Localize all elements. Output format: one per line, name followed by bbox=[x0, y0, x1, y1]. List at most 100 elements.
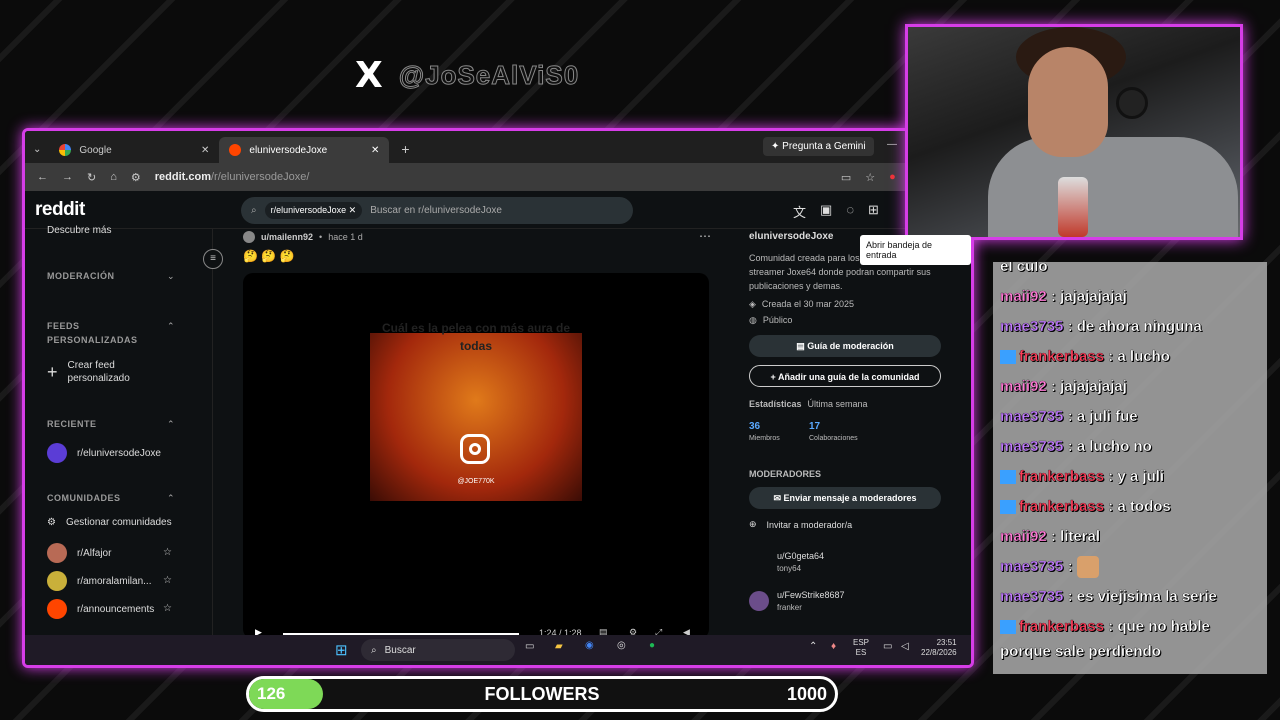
translate-icon[interactable]: 文 bbox=[793, 202, 806, 221]
network-icon[interactable]: ▭ bbox=[883, 641, 892, 652]
section-moderacion[interactable]: MODERACIÓN bbox=[47, 271, 115, 281]
chat-text: : y a juli bbox=[1108, 468, 1165, 485]
video-player[interactable]: Cuál es la pelea con más aura de todas @… bbox=[243, 273, 709, 639]
tab-bar: ⌄ Google ✕ eluniversodeJoxe ✕ + ✦ Pregun… bbox=[25, 131, 971, 163]
sidebar-item-community[interactable]: r/announcements bbox=[47, 599, 197, 619]
gemini-button[interactable]: ✦ Pregunta a Gemini bbox=[763, 137, 874, 156]
chat-text: : jajajajajaj bbox=[1050, 288, 1127, 305]
add-guide-button[interactable]: + Añadir una guía de la comunidad bbox=[749, 365, 941, 387]
x-logo-icon: X bbox=[355, 55, 383, 96]
stream-chat: el culo maii92 : jajajajajaj mae3735 : d… bbox=[993, 262, 1267, 674]
taskbar-search[interactable]: ⌕ Buscar bbox=[361, 639, 515, 661]
chat-text: : a lucho no bbox=[1067, 438, 1152, 455]
sidebar-item-recent[interactable]: r/eluniversodeJoxe bbox=[47, 443, 197, 463]
post-time: hace 1 d bbox=[328, 232, 363, 242]
created-label: Creada el 30 mar 2025 bbox=[761, 299, 854, 309]
chevron-up-icon[interactable]: ⌃ bbox=[167, 419, 175, 430]
video-caption: Cuál es la pelea con más aura de todas bbox=[381, 321, 571, 353]
webcam-person-face bbox=[1028, 47, 1108, 157]
extension-icon[interactable]: ● bbox=[889, 171, 896, 183]
tab-google[interactable]: Google ✕ bbox=[49, 137, 219, 163]
mod1-name[interactable]: u/G0geta64 bbox=[777, 551, 824, 561]
chevron-up-icon[interactable]: ⌃ bbox=[167, 321, 175, 332]
chat-icon[interactable]: ◌ bbox=[846, 202, 854, 221]
mod1-sub: tony64 bbox=[777, 564, 802, 573]
chat-text: : literal bbox=[1050, 528, 1101, 545]
crear-feed-label: Crear feed personalizado bbox=[67, 360, 130, 384]
url-field[interactable]: reddit.com/r/eluniversodeJoxe/ bbox=[155, 171, 310, 183]
section-reciente[interactable]: RECIENTE bbox=[47, 419, 97, 429]
chevron-down-icon[interactable]: ⌄ bbox=[167, 271, 175, 282]
sidebar-item-discover[interactable]: Descubre más bbox=[47, 225, 197, 236]
search-community-chip[interactable]: r/eluniversodeJoxe ✕ bbox=[264, 202, 363, 219]
message-mods-button[interactable]: ✉ Enviar mensaje a moderadores bbox=[749, 487, 941, 509]
sidebar-item-community[interactable]: r/amoralamilan... bbox=[47, 571, 197, 591]
community-avatar bbox=[47, 599, 67, 619]
section-comunidades[interactable]: COMUNIDADES bbox=[47, 493, 121, 503]
reddit-logo[interactable]: reddit bbox=[35, 199, 85, 221]
windows-taskbar: ⊞ ⌕ Buscar ▭ ▰ ◉ ◎ ● ⌃ ♦ ESP ES ▭ ◁ 23:51 2… bbox=[25, 635, 971, 665]
language-indicator[interactable]: ESP ES bbox=[853, 638, 869, 658]
invite-mod-row[interactable]: ⊕ Invitar a moderador/a bbox=[749, 519, 852, 530]
clock[interactable]: 23:51 22/8/2026 bbox=[921, 638, 957, 658]
chrome-icon[interactable]: ◉ bbox=[585, 640, 594, 651]
chat-message: el culo bbox=[993, 262, 1267, 282]
favorite-star-icon[interactable]: ☆ bbox=[163, 547, 172, 558]
chat-user: mae3735 bbox=[1000, 558, 1064, 575]
mic-icon[interactable]: ♦ bbox=[831, 641, 836, 652]
sidebar-item-crear-feed[interactable]: + Crear feed personalizado bbox=[47, 359, 197, 385]
x-social-handle: X @JoSeAlViS0 bbox=[355, 55, 579, 96]
mod-avatar bbox=[749, 591, 769, 611]
new-tab-icon[interactable]: + bbox=[401, 141, 409, 157]
mod2-name[interactable]: u/FewStrike8687 bbox=[777, 590, 845, 600]
favorite-star-icon[interactable]: ☆ bbox=[163, 603, 172, 614]
invite-label: Invitar a moderador/a bbox=[766, 519, 853, 530]
forward-icon[interactable]: → bbox=[62, 171, 73, 183]
stats-period[interactable]: Última semana bbox=[808, 399, 868, 409]
chat-user: frankerbass bbox=[1019, 468, 1105, 485]
tray-chevron-icon[interactable]: ⌃ bbox=[809, 641, 817, 652]
home-icon[interactable]: ⌂ bbox=[110, 171, 117, 183]
cast-icon[interactable]: ▭ bbox=[841, 171, 851, 184]
windows-start-icon[interactable]: ⊞ bbox=[335, 641, 348, 659]
volume-icon[interactable]: ◁ bbox=[901, 641, 909, 652]
tab-label: eluniversodeJoxe bbox=[249, 144, 328, 156]
url-path: /r/eluniversodeJoxe/ bbox=[210, 171, 310, 183]
more-options-icon[interactable]: ⋯ bbox=[699, 229, 711, 243]
spotify-icon[interactable]: ● bbox=[649, 640, 655, 651]
headset-icon bbox=[1116, 87, 1148, 119]
back-icon[interactable]: ← bbox=[37, 171, 48, 183]
task-view-icon[interactable]: ▭ bbox=[525, 641, 534, 652]
bookmark-star-icon[interactable]: ☆ bbox=[865, 171, 875, 184]
mod-guide-button[interactable]: ▤ Guía de moderación bbox=[749, 335, 941, 357]
file-explorer-icon[interactable]: ▰ bbox=[555, 641, 563, 652]
tab-reddit[interactable]: eluniversodeJoxe ✕ bbox=[219, 137, 390, 163]
close-tab-icon[interactable]: ✕ bbox=[371, 145, 379, 156]
gemini-label: Pregunta a Gemini bbox=[782, 141, 866, 152]
reddit-icon bbox=[229, 144, 242, 156]
ads-icon[interactable]: ▣ bbox=[820, 202, 832, 221]
close-tab-icon[interactable]: ✕ bbox=[201, 145, 209, 156]
sidebar-item-gestionar[interactable]: ⚙ Gestionar comunidades bbox=[47, 517, 197, 528]
menu-toggle-icon[interactable]: ≡ bbox=[203, 249, 223, 269]
create-post-icon[interactable]: ⊞ bbox=[868, 202, 879, 221]
post-author[interactable]: u/mailenn92 bbox=[261, 232, 313, 242]
sidebar-item-community[interactable]: r/Alfajor bbox=[47, 543, 197, 563]
post-meta: u/mailenn92 • hace 1 d bbox=[243, 231, 363, 243]
section-feeds[interactable]: FEEDS PERSONALIZADAS bbox=[47, 319, 167, 347]
site-info-icon[interactable]: ⚙ bbox=[131, 171, 141, 184]
chat-message: maii92 : jajajajajaj bbox=[993, 372, 1267, 402]
chat-text: : de ahora ninguna bbox=[1067, 318, 1202, 335]
community-label: r/Alfajor bbox=[77, 547, 112, 559]
chat-text: : que no hable bbox=[1108, 618, 1210, 635]
header-icons: 文 ▣ ◌ ⊞ bbox=[793, 202, 879, 221]
followers-label: FOLLOWERS bbox=[484, 684, 600, 704]
chevron-up-icon[interactable]: ⌃ bbox=[167, 493, 175, 504]
reload-icon[interactable]: ↻ bbox=[87, 171, 96, 184]
favorite-star-icon[interactable]: ☆ bbox=[163, 575, 172, 586]
globe-icon: ◍ bbox=[749, 315, 757, 325]
minimize-icon[interactable]: — bbox=[887, 139, 897, 150]
search-input[interactable]: ⌕ r/eluniversodeJoxe ✕ Buscar en r/eluni… bbox=[241, 197, 633, 224]
tab-list-chevron-icon[interactable]: ⌄ bbox=[25, 144, 49, 155]
obs-icon[interactable]: ◎ bbox=[617, 640, 626, 651]
